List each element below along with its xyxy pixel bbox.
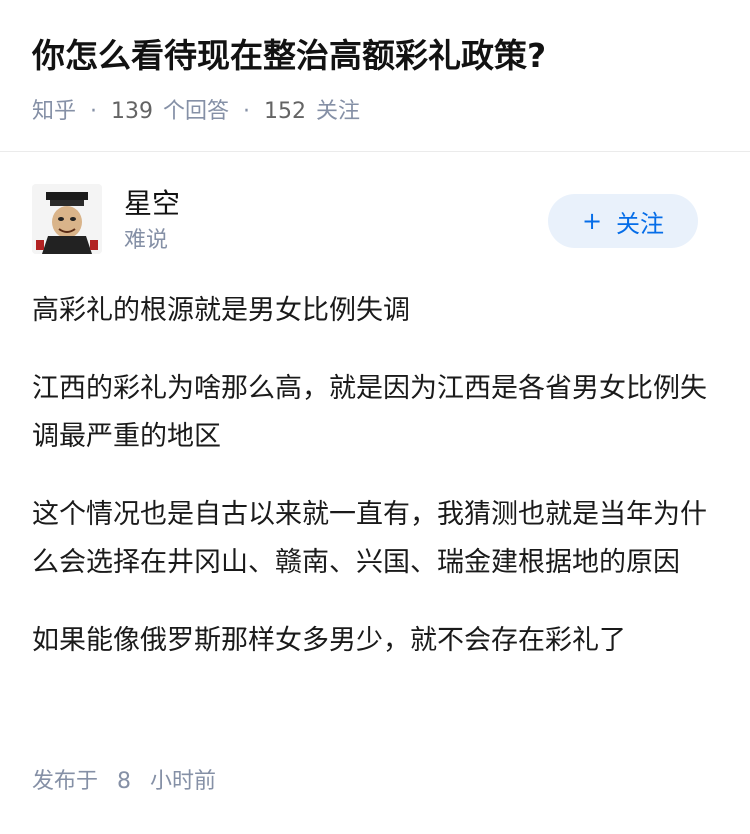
author-row: 星空 难说 + 关注 bbox=[32, 184, 718, 264]
source-label[interactable]: 知乎 bbox=[32, 88, 76, 136]
posted-value: 8 bbox=[117, 769, 132, 794]
question-title[interactable]: 你怎么看待现在整治高额彩礼政策? bbox=[32, 28, 718, 84]
plus-icon: + bbox=[581, 207, 603, 235]
answer-paragraph: 这个情况也是自古以来就一直有，我猜测也就是当年为什么会选择在井冈山、赣南、兴国、… bbox=[32, 499, 707, 578]
follower-count-label[interactable]: 关注 bbox=[316, 88, 360, 136]
question-header: 你怎么看待现在整治高额彩礼政策? 知乎 · 139 个回答 · 152 关注 bbox=[0, 0, 750, 124]
meta-separator: · bbox=[243, 99, 251, 124]
author-bio: 难说 bbox=[124, 228, 169, 253]
follow-button-label: 关注 bbox=[616, 209, 665, 238]
posted-unit: 小时前 bbox=[150, 769, 217, 794]
meme-avatar-icon[interactable] bbox=[32, 184, 102, 254]
meta-separator: · bbox=[90, 99, 98, 124]
answer-card: 星空 难说 + 关注 高彩礼的根源就是男女比例失调 江西的彩礼为啥那么高，就是因… bbox=[0, 152, 750, 834]
follow-button[interactable]: + 关注 bbox=[548, 194, 698, 248]
avatar-image bbox=[32, 184, 102, 254]
answer-paragraph: 如果能像俄罗斯那样女多男少，就不会存在彩礼了 bbox=[32, 625, 626, 656]
answer-count: 139 bbox=[111, 99, 154, 124]
author-name[interactable]: 星空 bbox=[124, 184, 180, 224]
answer-count-label[interactable]: 个回答 bbox=[163, 88, 229, 136]
answer-paragraph: 江西的彩礼为啥那么高，就是因为江西是各省男女比例失调最严重的地区 bbox=[32, 373, 707, 452]
follower-count: 152 bbox=[264, 99, 307, 124]
answer-timestamp: 发布于 8 小时前 bbox=[32, 764, 216, 800]
answer-paragraph: 高彩礼的根源就是男女比例失调 bbox=[32, 295, 410, 326]
question-meta: 知乎 · 139 个回答 · 152 关注 bbox=[32, 88, 718, 136]
answer-content: 高彩礼的根源就是男女比例失调 江西的彩礼为啥那么高，就是因为江西是各省男女比例失… bbox=[32, 287, 712, 695]
posted-prefix: 发布于 bbox=[32, 769, 99, 794]
